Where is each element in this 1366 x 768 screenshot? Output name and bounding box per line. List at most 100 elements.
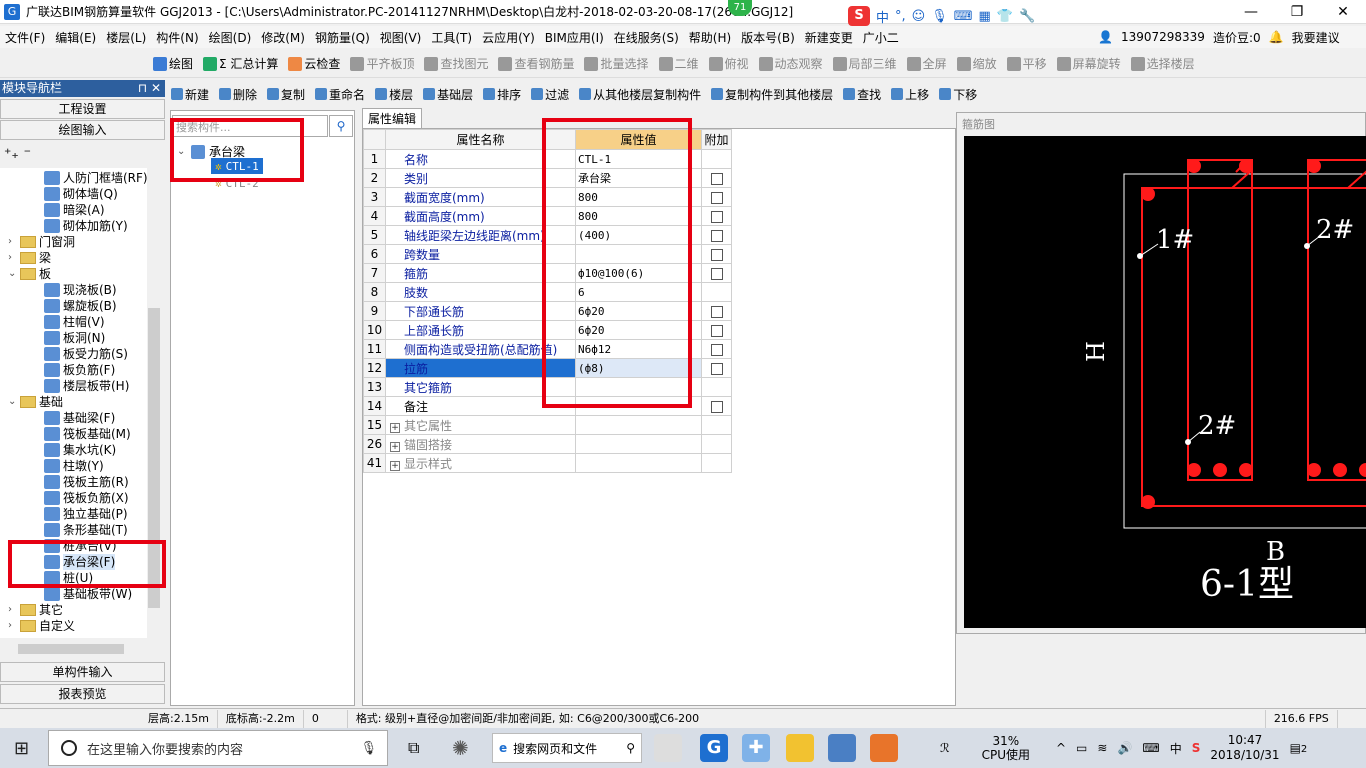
glodon-ggj-icon[interactable]: ✚ [742,734,770,762]
toolbar2-button[interactable]: 过滤 [528,86,572,103]
nav-tree-item[interactable]: › 门窗洞 [0,234,150,250]
property-row[interactable]: 15 + 其它属性 [363,415,732,435]
menu-item[interactable]: 钢筋量(Q) [310,29,375,46]
menu-item[interactable]: 版本号(B) [736,29,800,46]
toolbar2-button[interactable]: 复制构件到其他楼层 [708,86,836,103]
notes-icon[interactable] [786,734,814,762]
toolbar-button[interactable]: Σ 汇总计算 [200,55,281,72]
toolbar2-button[interactable]: 排序 [480,86,524,103]
extra-checkbox[interactable] [710,172,723,185]
menu-item[interactable]: 楼层(L) [101,29,151,46]
menu-item[interactable]: 在线服务(S) [609,29,684,46]
taskbar-search[interactable]: 在这里输入你要搜索的内容 🎙 [48,730,388,766]
toolbar-button[interactable]: 二维 [656,55,702,72]
extra-checkbox[interactable] [710,324,723,337]
chrome-icon[interactable] [654,734,682,762]
mic-icon[interactable]: 🎙 [360,741,377,756]
menu-item[interactable]: BIM应用(I) [540,29,609,46]
menu-item[interactable]: 广小二 [858,29,904,46]
toolbar2-button[interactable]: 基础层 [420,86,476,103]
nav-hscrollbar[interactable] [0,642,162,656]
toolbar2-button[interactable]: 新建 [168,86,212,103]
mic-icon[interactable]: 🎙 [931,9,948,24]
toolbar-button[interactable]: 局部三维 [830,55,900,72]
toolbar-button[interactable]: 全屏 [904,55,950,72]
nav-tree-item[interactable]: 板洞(N) [0,330,150,346]
nav-tree-item[interactable]: 现浇板(B) [0,282,150,298]
suggest-button[interactable]: 我要建议 [1292,29,1340,46]
nav-tree-item[interactable]: 集水坑(K) [0,442,150,458]
nav-setup-button[interactable]: 工程设置 [0,99,165,119]
clock-time[interactable]: 10:47 [1228,733,1263,748]
tab-property-edit[interactable]: 属性编辑 [362,108,422,128]
sogou-tray-icon[interactable]: S [1192,741,1201,755]
close-button[interactable]: ✕ [1320,0,1366,24]
menu-item[interactable]: 云应用(Y) [477,29,540,46]
fan-icon[interactable]: ✺ [452,736,469,760]
app-icon-blue[interactable] [828,734,856,762]
nav-report-button[interactable]: 报表预览 [0,684,165,704]
nav-tree-item[interactable]: 砌体墙(Q) [0,186,150,202]
nav-tree-item[interactable]: 暗梁(A) [0,202,150,218]
expand-icon[interactable]: › [8,602,20,618]
toolbar-button[interactable]: 平齐板顶 [347,55,417,72]
drawing-scrollbar[interactable] [1350,634,1364,706]
price-beans[interactable]: 造价豆:0 [1213,29,1261,46]
nav-tree-item[interactable]: 砌体加筋(Y) [0,218,150,234]
ime-punct[interactable]: °, [895,9,906,24]
task-view-icon[interactable]: ⧉ [408,738,419,758]
nav-tree-item[interactable]: 条形基础(T) [0,522,150,538]
chevron-up-icon[interactable]: ^ [1056,741,1066,755]
nav-tree-item[interactable]: 筏板主筋(R) [0,474,150,490]
toolbar-button[interactable]: 动态观察 [756,55,826,72]
search-icon[interactable]: ⚲ [329,115,353,137]
expand-collapse-icon[interactable]: ⁺₊ ⁻ [4,146,31,162]
menu-item[interactable]: 构件(N) [151,29,203,46]
menu-item[interactable]: 工具(T) [426,29,477,46]
nav-pin-icon[interactable]: ⊓ ✕ [138,80,161,97]
toolbar2-button[interactable]: 从其他楼层复制构件 [576,86,704,103]
nav-tree-item[interactable]: 基础梁(F) [0,410,150,426]
extra-checkbox[interactable] [710,210,723,223]
expand-icon[interactable]: › [8,618,20,634]
extra-checkbox[interactable] [710,343,723,356]
toolbar-button[interactable]: 查看钢筋量 [495,55,577,72]
ime-lang[interactable]: 中 [876,7,889,26]
nav-tree-item[interactable]: ⌄ 基础 [0,394,150,410]
nav-tree-item[interactable]: › 梁 [0,250,150,266]
extra-checkbox[interactable] [710,362,723,375]
extra-checkbox[interactable] [710,305,723,318]
nav-tree-item[interactable]: 筏板基础(M) [0,426,150,442]
expand-icon[interactable]: ⌄ [8,266,20,282]
menu-item[interactable]: 视图(V) [375,29,427,46]
volume-icon[interactable]: 🔊 [1117,741,1132,755]
web-search-box[interactable]: e 搜索网页和文件 ⚲ [492,733,642,763]
toolbar-button[interactable]: 平移 [1004,55,1050,72]
nav-tree-item[interactable]: 独立基础(P) [0,506,150,522]
keyboard-icon[interactable]: ⌨ [954,9,973,24]
extra-checkbox[interactable] [710,267,723,280]
property-row[interactable]: 26 + 锚固搭接 [363,434,732,454]
toolbar-button[interactable]: 查找图元 [421,55,491,72]
extra-checkbox[interactable] [710,191,723,204]
expand-plus-icon[interactable]: + [390,460,400,471]
wifi-icon[interactable]: ≋ [1097,741,1107,755]
grid-icon[interactable]: ▦ [979,9,991,24]
expand-plus-icon[interactable]: + [390,441,400,452]
nav-tree-item[interactable]: 柱帽(V) [0,314,150,330]
battery-icon[interactable]: ▭ [1076,741,1087,755]
property-value[interactable] [575,453,702,473]
toolbar-button[interactable]: 云检查 [285,55,343,72]
toolbar2-button[interactable]: 重命名 [312,86,368,103]
tray-lang[interactable]: 中 [1170,740,1182,757]
maximize-button[interactable]: ❐ [1274,0,1320,24]
nav-tree-item[interactable]: 板受力筋(S) [0,346,150,362]
keyboard-icon[interactable]: ⌨ [1142,741,1159,755]
extra-checkbox[interactable] [710,248,723,261]
property-value[interactable] [575,415,702,435]
wrench-icon[interactable]: 🔧 [1019,9,1035,24]
toolbar-button[interactable]: 缩放 [954,55,1000,72]
toolbar2-button[interactable]: 下移 [936,86,980,103]
user-phone[interactable]: 13907298339 [1121,30,1205,44]
nav-single-input-button[interactable]: 单构件输入 [0,662,165,682]
